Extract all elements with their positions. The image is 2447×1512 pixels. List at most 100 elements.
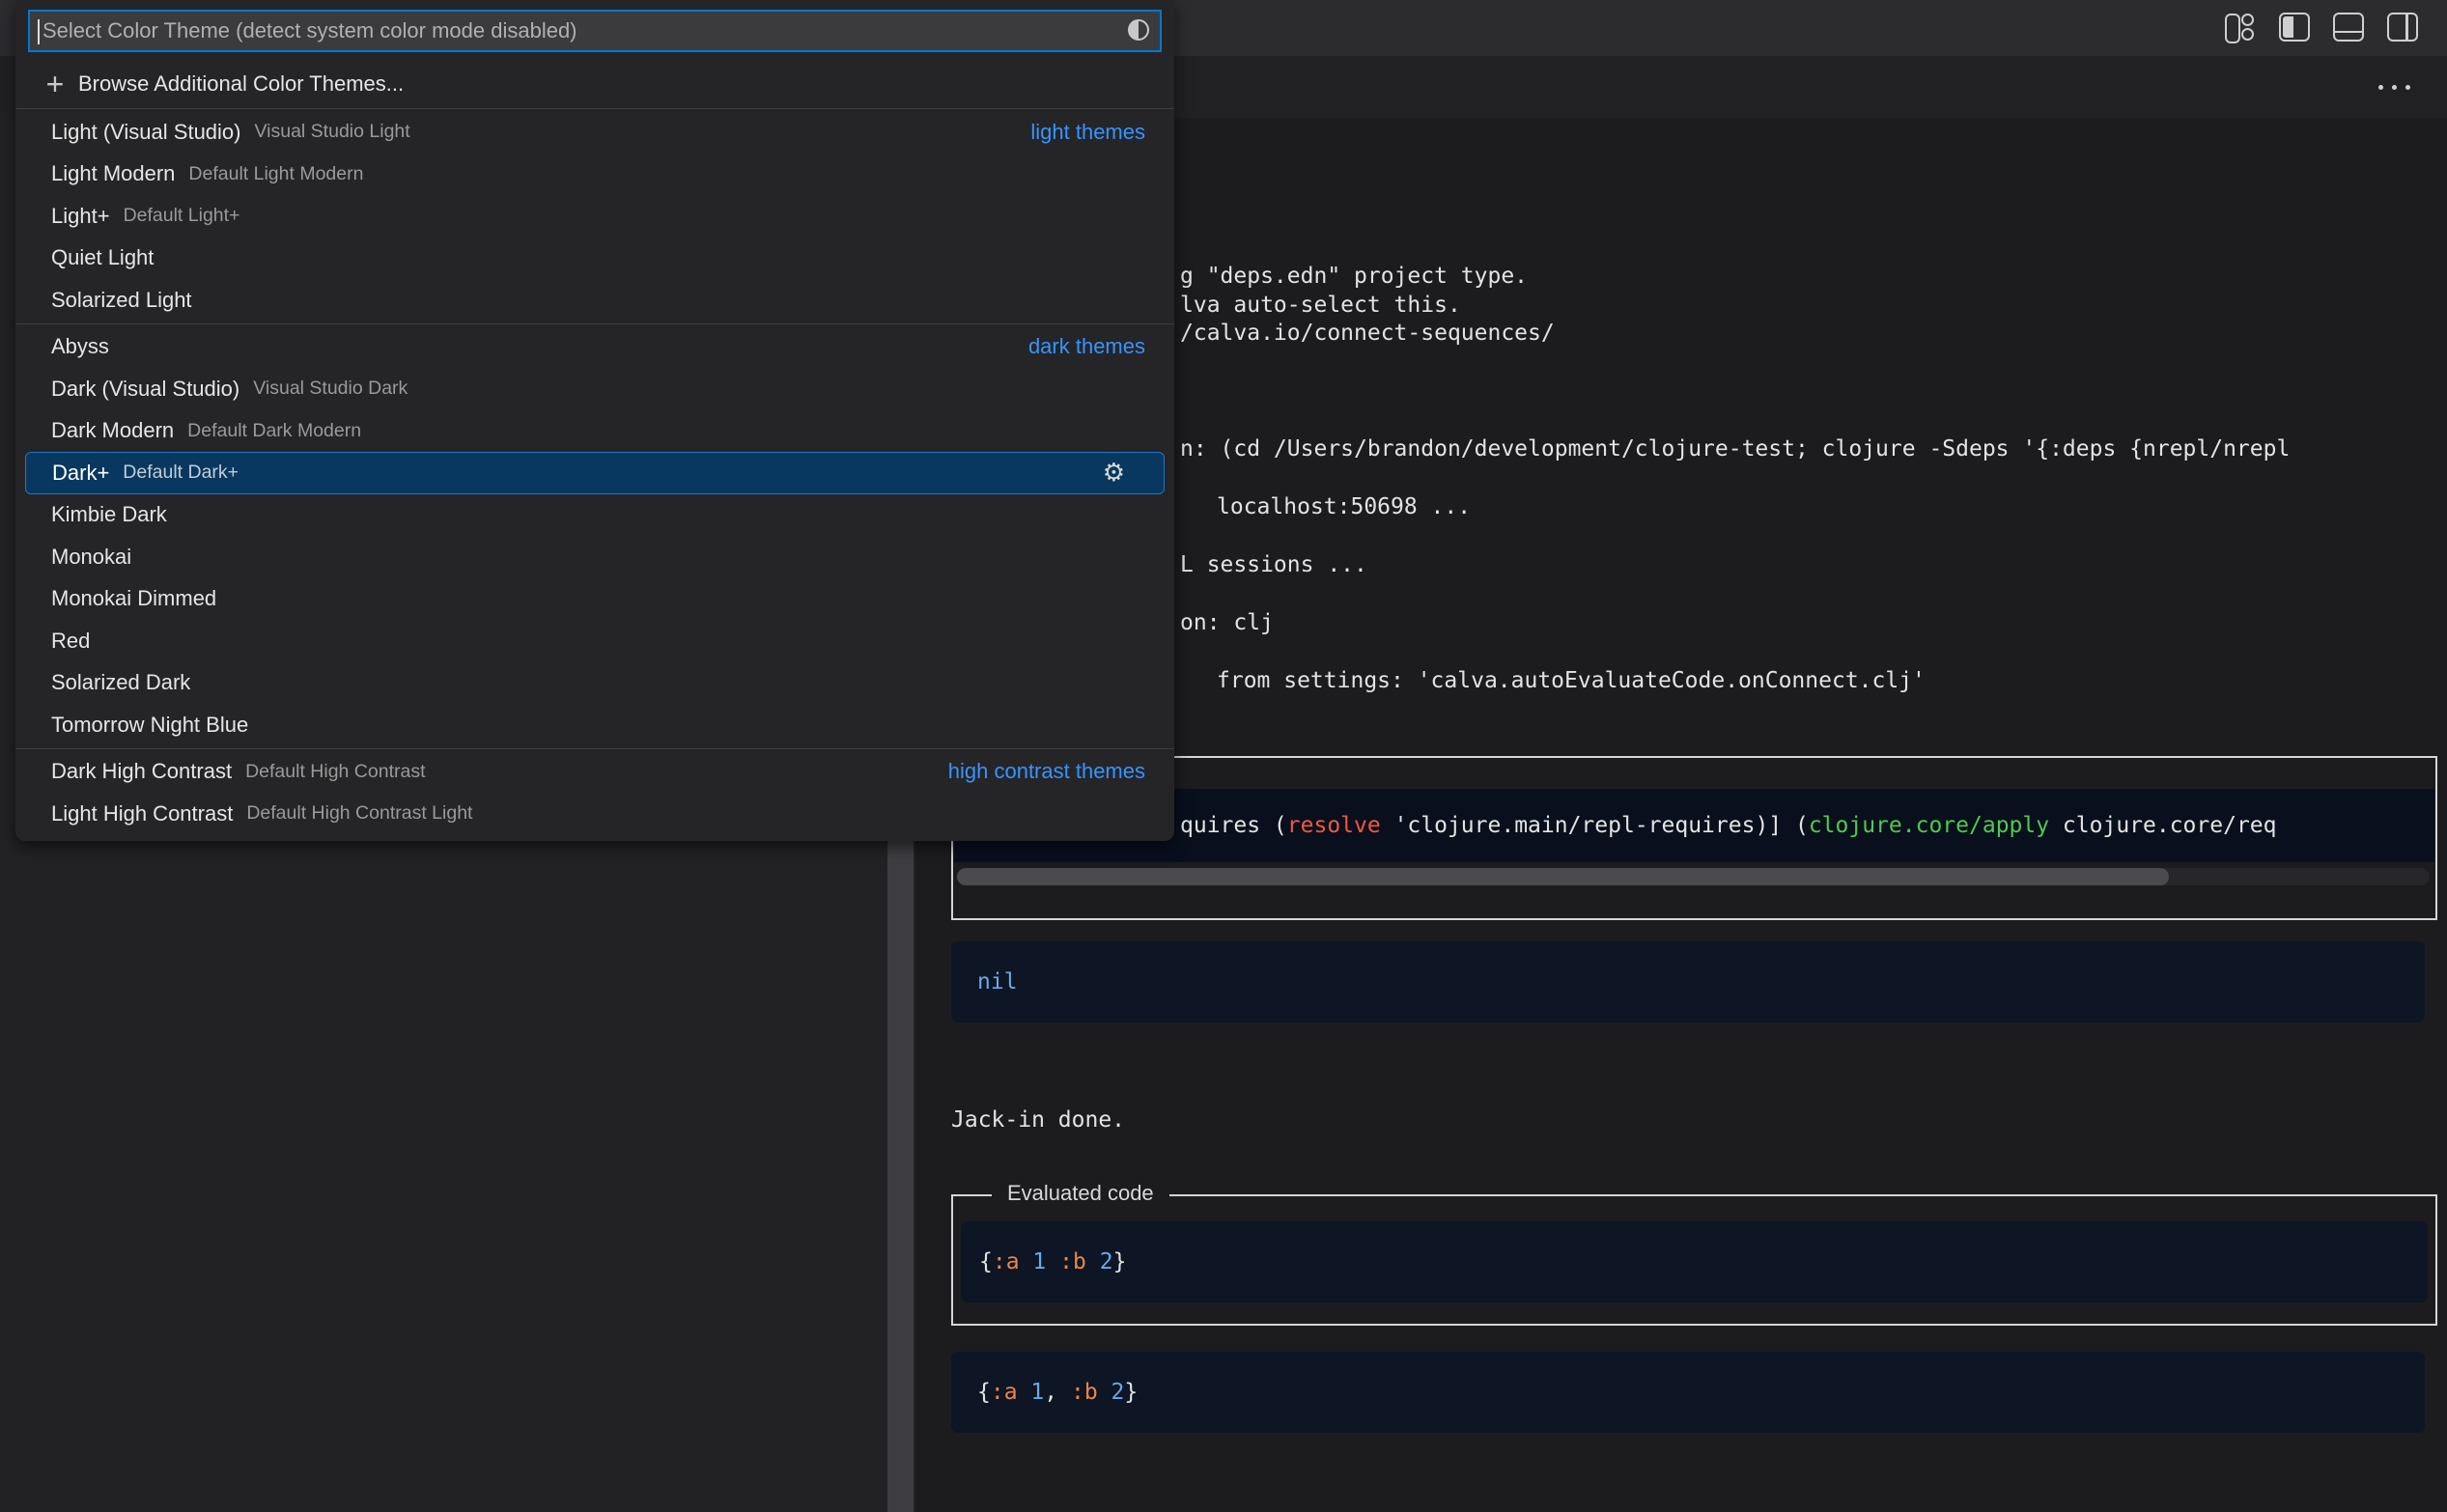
quickpick-separator <box>15 748 1174 749</box>
browse-additional-themes-item[interactable]: + Browse Additional Color Themes... <box>25 62 1165 106</box>
repl-output-line: localhost:50698 ... <box>1217 493 1471 520</box>
code-segment <box>1046 1249 1059 1274</box>
theme-label: Light High Contrast <box>51 801 233 826</box>
result-box-nil: nil <box>951 941 2425 1022</box>
code-segment: 1 <box>1032 1249 1046 1274</box>
toggle-panel-icon[interactable] <box>2333 13 2364 42</box>
theme-item-abyss[interactable]: Abyss dark themes <box>25 326 1165 369</box>
theme-description: Visual Studio Dark <box>253 378 408 400</box>
code-segment: clojure.core/apply <box>1809 813 2049 838</box>
code-segment: :a <box>993 1249 1020 1274</box>
evaluated-code-value: {:a 1 :b 2} <box>979 1248 1126 1275</box>
code-segment: clojure.core/req <box>2049 813 2276 838</box>
theme-label: Light+ <box>51 204 110 229</box>
theme-item-solarized-light[interactable]: Solarized Light <box>25 279 1165 322</box>
repl-output-line: n: (cd /Users/brandon/development/clojur… <box>1180 435 2290 462</box>
nil-value: nil <box>977 968 1018 995</box>
theme-item-light-visual-studio[interactable]: Light (Visual Studio) Visual Studio Light… <box>25 111 1165 154</box>
theme-label: Monokai Dimmed <box>51 586 216 611</box>
titlebar-layout-controls <box>2225 13 2418 42</box>
theme-item-dark-visual-studio[interactable]: Dark (Visual Studio) Visual Studio Dark <box>25 368 1165 410</box>
color-theme-quickpick: Select Color Theme (detect system color … <box>15 0 1174 841</box>
code-segment: { <box>979 1249 993 1274</box>
theme-label: Dark (Visual Studio) <box>51 377 239 402</box>
quickpick-input[interactable]: Select Color Theme (detect system color … <box>28 10 1162 52</box>
code-segment <box>1086 1249 1100 1274</box>
evaluated-code-strip: {:a 1 :b 2} <box>961 1221 2428 1302</box>
more-actions-ellipsis-icon[interactable] <box>2373 79 2416 96</box>
code-segment: , <box>1044 1380 1071 1405</box>
quickpick-placeholder: Select Color Theme (detect system color … <box>42 18 577 43</box>
repl-output-line: lva auto-select this. <box>1180 292 1461 319</box>
theme-category-label: high contrast themes <box>948 759 1145 784</box>
code-segment: 'clojure.main/repl-requires)] ( <box>1381 813 1809 838</box>
theme-label: Solarized Light <box>51 288 192 313</box>
gear-icon[interactable]: ⚙ <box>1103 459 1125 488</box>
code-segment: resolve <box>1287 813 1381 838</box>
layout-dot-shape <box>2241 14 2254 26</box>
code-segment: 1 <box>1030 1380 1044 1405</box>
code-segment: quires ( <box>1180 813 1287 838</box>
theme-label: Kimbie Dark <box>51 502 167 527</box>
quickpick-list: Light (Visual Studio) Visual Studio Light… <box>15 108 1174 835</box>
theme-label: Dark Modern <box>51 418 174 443</box>
repl-output-line: from settings: 'calva.autoEvaluateCode.o… <box>1217 667 1926 694</box>
theme-description: Default Light+ <box>124 205 240 227</box>
code-segment: } <box>1113 1249 1127 1274</box>
theme-description: Default Light Modern <box>188 163 363 185</box>
code-segment: { <box>977 1380 991 1405</box>
toggle-primary-sidebar-icon[interactable] <box>2279 13 2310 42</box>
map-result-value: {:a 1, :b 2} <box>977 1379 1138 1406</box>
theme-item-monokai[interactable]: Monokai <box>25 536 1165 578</box>
evaluated-code-legend: Evaluated code <box>992 1181 1169 1206</box>
theme-label: Light Modern <box>51 161 175 186</box>
theme-label: Quiet Light <box>51 245 154 270</box>
sidebar-right-shape <box>2387 13 2418 42</box>
panel-shape <box>2333 13 2364 42</box>
theme-label: Tomorrow Night Blue <box>51 713 248 738</box>
theme-label: Light (Visual Studio) <box>51 120 241 145</box>
quickpick-separator <box>15 108 1174 109</box>
repl-output-line: /calva.io/connect-sequences/ <box>1180 320 1555 347</box>
theme-item-dark-modern[interactable]: Dark Modern Default Dark Modern <box>25 410 1165 453</box>
theme-label: Abyss <box>51 334 109 359</box>
dot <box>2405 85 2410 90</box>
theme-label: Solarized Dark <box>51 670 190 695</box>
theme-item-light-plus[interactable]: Light+ Default Light+ <box>25 195 1165 238</box>
quickpick-separator <box>15 323 1174 324</box>
text-caret <box>38 19 40 44</box>
theme-item-light-modern[interactable]: Light Modern Default Light Modern <box>25 154 1165 196</box>
theme-item-dark-high-contrast[interactable]: Dark High ContrastDefault High Contrasth… <box>25 751 1165 794</box>
code-segment: 2 <box>1111 1380 1125 1405</box>
repl-requires-code: quires (resolve 'clojure.main/repl-requi… <box>1180 812 2430 839</box>
theme-label: Red <box>51 629 90 654</box>
color-mode-half-circle-icon[interactable] <box>1128 19 1149 41</box>
theme-item-red[interactable]: Red <box>25 620 1165 662</box>
result-box-map: {:a 1, :b 2} <box>951 1352 2425 1433</box>
horizontal-scrollbar-thumb[interactable] <box>957 868 2169 885</box>
code-segment: :b <box>1071 1380 1098 1405</box>
dot <box>2392 85 2397 90</box>
code-segment <box>1018 1380 1031 1405</box>
code-segment <box>1098 1380 1111 1405</box>
theme-item-tomorrow-night-blue[interactable]: Tomorrow Night Blue <box>25 704 1165 746</box>
theme-description: Default High Contrast Light <box>246 802 472 825</box>
customize-layout-icon[interactable] <box>2225 13 2256 42</box>
sidebar-left-shape <box>2279 13 2310 42</box>
code-segment: 2 <box>1100 1249 1113 1274</box>
theme-item-light-high-contrast[interactable]: Light High Contrast Default High Contrast… <box>25 793 1165 835</box>
toggle-secondary-sidebar-icon[interactable] <box>2387 13 2418 42</box>
code-segment <box>1020 1249 1033 1274</box>
theme-category-label: dark themes <box>1028 334 1145 359</box>
theme-item-quiet-light[interactable]: Quiet Light <box>25 238 1165 280</box>
theme-item-dark-plus[interactable]: Dark+Default Dark+⚙ <box>25 452 1165 494</box>
code-segment: } <box>1124 1380 1138 1405</box>
plus-icon: + <box>42 71 68 97</box>
theme-item-monokai-dimmed[interactable]: Monokai Dimmed <box>25 578 1165 621</box>
theme-description: Default Dark Modern <box>187 420 361 442</box>
theme-item-solarized-dark[interactable]: Solarized Dark <box>25 662 1165 705</box>
evaluated-code-box: Evaluated code {:a 1 :b 2} <box>951 1194 2437 1326</box>
theme-label: Dark+ <box>52 461 109 486</box>
theme-description: Visual Studio Light <box>255 121 410 143</box>
theme-item-kimbie-dark[interactable]: Kimbie Dark <box>25 494 1165 537</box>
